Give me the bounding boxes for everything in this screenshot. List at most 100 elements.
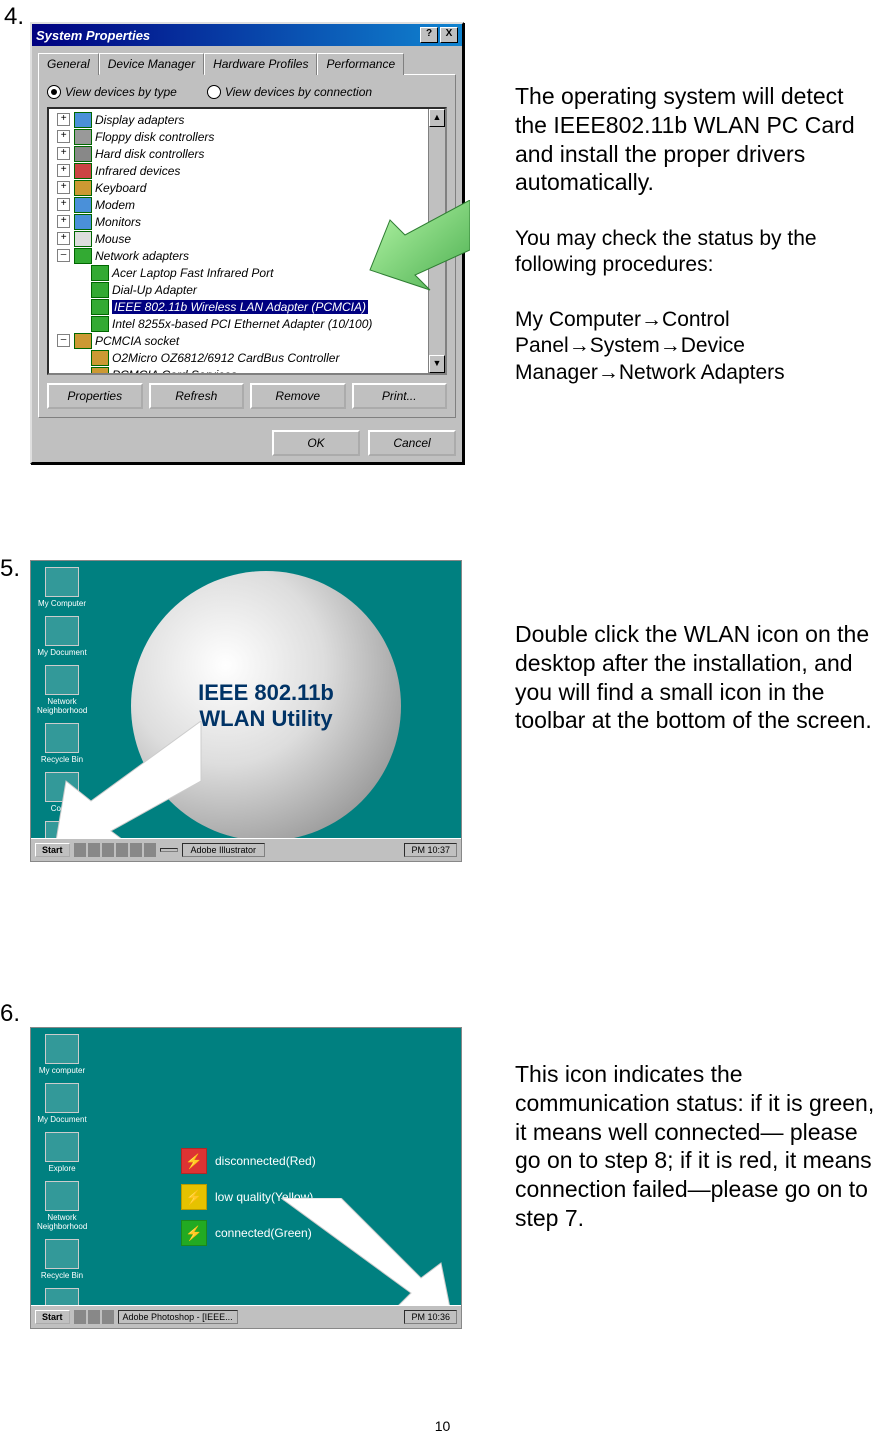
radio-by-connection[interactable]: View devices by connection [207, 85, 372, 99]
tree-label: Floppy disk controllers [95, 130, 214, 144]
device-tree[interactable]: +Display adapters + Floppy disk controlle… [47, 107, 447, 375]
status-row: ⚡ low quality(Yellow) [181, 1184, 316, 1210]
tree-label: PCMCIA socket [95, 334, 179, 348]
harddisk-icon [74, 146, 92, 162]
scroll-up-icon[interactable]: ▲ [429, 109, 445, 127]
ql-icon[interactable] [88, 843, 100, 857]
tree-row[interactable]: PCMCIA Card Services [51, 366, 443, 375]
tree-row[interactable]: +Modem [51, 196, 443, 213]
tree-row-selected[interactable]: IEEE 802.11b Wireless LAN Adapter (PCMCI… [51, 298, 443, 315]
tree-label: Intel 8255x-based PCI Ethernet Adapter (… [112, 317, 372, 331]
help-button[interactable]: ? [420, 27, 438, 43]
network-icon [45, 1181, 79, 1211]
desktop-icon[interactable]: Recycle Bin [37, 1239, 87, 1280]
tree-row[interactable]: +Monitors [51, 213, 443, 230]
folder-icon [45, 1083, 79, 1113]
tree-row[interactable]: +Display adapters [51, 111, 443, 128]
expand-icon[interactable]: + [57, 215, 70, 228]
ql-icon[interactable] [144, 843, 156, 857]
desktop-icon[interactable]: Explore [37, 1132, 87, 1173]
titlebar[interactable]: System Properties ? X [32, 24, 462, 46]
expand-icon[interactable]: + [57, 181, 70, 194]
tree-row[interactable]: +Keyboard [51, 179, 443, 196]
status-label: disconnected(Red) [215, 1154, 316, 1168]
properties-button[interactable]: Properties [47, 383, 143, 409]
computer-icon [45, 567, 79, 597]
step-6-number: 6. [0, 1000, 20, 1028]
step-4-p3: My Computer→Control Panel→System→Device … [515, 307, 875, 386]
expand-icon[interactable]: + [57, 147, 70, 160]
collapse-icon[interactable]: – [57, 334, 70, 347]
task-button[interactable] [160, 848, 178, 852]
start-button[interactable]: Start [35, 1310, 70, 1324]
ql-icon[interactable] [116, 843, 128, 857]
close-button[interactable]: X [440, 27, 458, 43]
desktop-icon[interactable]: Network Neighborhood [37, 665, 87, 715]
radio-dot-icon [207, 85, 221, 99]
ql-icon[interactable] [74, 843, 86, 857]
desktop-icon[interactable]: My computer [37, 1034, 87, 1075]
system-properties-window: System Properties ? X General Device Man… [30, 22, 464, 464]
tree-row[interactable]: O2Micro OZ6812/6912 CardBus Controller [51, 349, 443, 366]
radio-by-type[interactable]: View devices by type [47, 85, 177, 99]
infrared-icon [74, 163, 92, 179]
desktop-icon[interactable]: My Document [37, 616, 87, 657]
expand-icon[interactable]: + [57, 164, 70, 177]
tab-hardware-profiles[interactable]: Hardware Profiles [204, 53, 317, 75]
tab-device-manager[interactable]: Device Manager [99, 53, 204, 75]
expand-icon[interactable]: + [57, 198, 70, 211]
start-button[interactable]: Start [35, 843, 70, 857]
tree-row[interactable]: +Infrared devices [51, 162, 443, 179]
tab-general[interactable]: General [38, 53, 99, 75]
ql-icon[interactable] [74, 1310, 86, 1324]
refresh-button[interactable]: Refresh [149, 383, 245, 409]
quicklaunch[interactable] [74, 1310, 114, 1324]
taskbar[interactable]: Start Adobe Photoshop - [IEEE... PM 10:3… [31, 1305, 461, 1328]
tree-row[interactable]: +Hard disk controllers [51, 145, 443, 162]
network-icon [45, 665, 79, 695]
ql-icon[interactable] [102, 1310, 114, 1324]
tree-scrollbar[interactable]: ▲ ▼ [428, 109, 445, 373]
expand-icon[interactable]: + [57, 130, 70, 143]
task-button[interactable]: Adobe Illustrator [182, 843, 266, 857]
tree-label: Dial-Up Adapter [112, 283, 197, 297]
tree-row[interactable]: Dial-Up Adapter [51, 281, 443, 298]
tree-row[interactable]: – PCMCIA socket [51, 332, 443, 349]
expand-icon[interactable]: + [57, 232, 70, 245]
pcmcia-icon [74, 333, 92, 349]
tab-performance[interactable]: Performance [317, 53, 404, 75]
tree-row[interactable]: + Floppy disk controllers [51, 128, 443, 145]
ok-button[interactable]: OK [272, 430, 360, 456]
tree-row[interactable]: –Network adapters [51, 247, 443, 264]
step-6-text: This icon indicates the communication st… [515, 1060, 880, 1233]
tree-label: PCMCIA Card Services [112, 368, 237, 376]
tree-row[interactable]: Acer Laptop Fast Infrared Port [51, 264, 443, 281]
tree-row[interactable]: +Mouse [51, 230, 443, 247]
view-mode-radios: View devices by type View devices by con… [47, 85, 447, 99]
expand-icon[interactable]: + [57, 113, 70, 126]
recycle-icon [45, 723, 79, 753]
desktop-icon[interactable]: Recycle Bin [37, 723, 87, 764]
status-row: ⚡ disconnected(Red) [181, 1148, 316, 1174]
ql-icon[interactable] [130, 843, 142, 857]
ql-icon[interactable] [102, 843, 114, 857]
tree-row[interactable]: Intel 8255x-based PCI Ethernet Adapter (… [51, 315, 443, 332]
desktop-icon[interactable]: Network Neighborhood [37, 1181, 87, 1231]
desktop-icon[interactable]: My Document [37, 1083, 87, 1124]
cancel-button[interactable]: Cancel [368, 430, 456, 456]
tree-label: O2Micro OZ6812/6912 CardBus Controller [112, 351, 339, 365]
print-button[interactable]: Print... [352, 383, 448, 409]
cardbus-icon [91, 350, 109, 366]
ql-icon[interactable] [88, 1310, 100, 1324]
collapse-icon[interactable]: – [57, 249, 70, 262]
task-button[interactable]: Adobe Photoshop - [IEEE... [118, 1310, 238, 1324]
taskbar[interactable]: Start Adobe Illustrator PM 10:37 [31, 838, 461, 861]
desktop-icon[interactable]: Cool'n [37, 772, 87, 813]
keyboard-icon [74, 180, 92, 196]
quicklaunch[interactable] [74, 843, 156, 857]
icon-label: Recycle Bin [37, 1271, 87, 1280]
step-4-p2: You may check the status by the followin… [515, 226, 875, 279]
desktop-icon[interactable]: My Computer [37, 567, 87, 608]
remove-button[interactable]: Remove [250, 383, 346, 409]
scroll-down-icon[interactable]: ▼ [429, 355, 445, 373]
